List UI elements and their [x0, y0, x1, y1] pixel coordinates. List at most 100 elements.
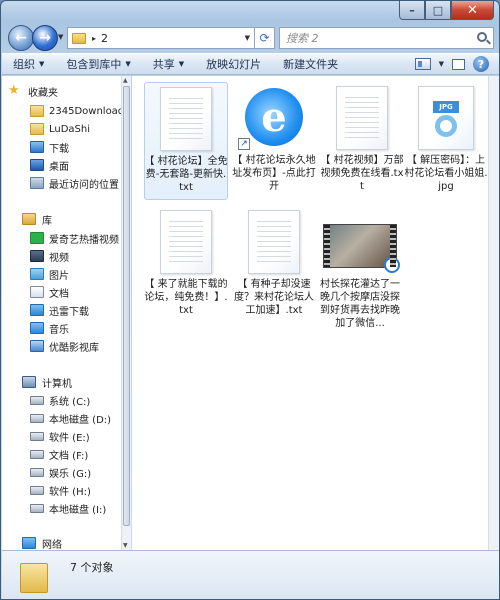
file-thumbnail — [144, 206, 228, 274]
image-placeholder-icon — [435, 115, 457, 137]
item-count: 7 个对象 — [70, 560, 114, 574]
nav-item-drive-i[interactable]: 本地磁盘 (I:) — [30, 499, 106, 517]
file-thumbnail: e ↗ — [232, 82, 316, 150]
nav-item-music[interactable]: 音乐 — [30, 319, 69, 337]
back-button[interactable]: ← — [8, 25, 34, 51]
slideshow-label: 放映幻灯片 — [206, 58, 262, 71]
refresh-icon: ⟳ — [259, 31, 270, 45]
recent-pages-dropdown[interactable]: ▼ — [58, 33, 63, 41]
downloads-icon — [30, 141, 44, 153]
desktop-icon — [30, 159, 44, 171]
network-icon — [22, 537, 36, 549]
new-folder-button[interactable]: 新建文件夹 — [272, 54, 349, 74]
nav-libraries-header[interactable]: 库 — [22, 210, 52, 228]
nav-item-xunlei[interactable]: 迅雷下载 — [30, 301, 89, 319]
file-item[interactable]: e ↗ 【 村花论坛永久地址发布页】-点此打开 — [232, 82, 316, 193]
details-pane: 7 个对象 — [2, 550, 499, 599]
close-button[interactable]: ✕ — [451, 1, 494, 20]
scrollbar-thumb[interactable] — [123, 86, 130, 526]
drive-icon — [30, 503, 44, 513]
help-icon[interactable]: ? — [473, 56, 489, 72]
navigation-pane: ★ 收藏夹 2345Downloads LuDaShi 下载 桌面 最近访问的位… — [2, 76, 121, 550]
file-item[interactable]: 【 村花视频】万部视频免费在线看.txt — [320, 82, 404, 193]
chevron-down-icon: ▼ — [178, 60, 185, 68]
breadcrumb-current[interactable]: 2 — [101, 32, 108, 45]
file-thumbnail — [318, 206, 402, 274]
maximize-button[interactable]: □ — [425, 1, 451, 20]
nav-label: LuDaShi — [49, 123, 91, 135]
nav-label: 软件 (E:) — [49, 432, 90, 444]
nav-label: 库 — [42, 215, 52, 227]
file-item[interactable]: 【 村花论坛】全免费-无套路-更新快.txt — [144, 82, 228, 200]
file-name: 村长探花灌达了一晚几个按摩店没探到好货再去找昨晚加了微信... — [320, 279, 400, 329]
file-item[interactable]: 【 来了就能下载的论坛，纯免费！】.txt — [144, 206, 228, 317]
slideshow-button[interactable]: 放映幻灯片 — [195, 54, 272, 74]
file-thumbnail — [144, 83, 228, 151]
organize-label: 组织 — [13, 58, 35, 71]
computer-icon — [22, 376, 36, 388]
content-scrollbar[interactable] — [488, 76, 499, 550]
include-in-library-label: 包含到库中 — [66, 58, 122, 71]
nav-label: 软件 (H:) — [49, 486, 91, 498]
library-icon — [22, 213, 36, 225]
nav-label: 视频 — [49, 252, 69, 264]
minimize-button[interactable]: – — [399, 1, 425, 20]
preview-pane-icon[interactable] — [452, 58, 465, 70]
nav-item-drive-d[interactable]: 本地磁盘 (D:) — [30, 409, 111, 427]
back-arrow-icon: ← — [15, 30, 27, 46]
breadcrumb-separator[interactable]: ▸ — [92, 34, 96, 43]
drive-icon — [30, 431, 44, 441]
address-dropdown-icon[interactable]: ▼ — [245, 34, 250, 42]
youku-icon — [30, 340, 44, 352]
address-bar[interactable]: ▸ 2 ▼ — [67, 27, 255, 49]
music-icon — [30, 322, 44, 334]
file-thumbnail — [320, 82, 404, 150]
nav-item-youku[interactable]: 优酷影视库 — [30, 337, 99, 355]
nav-network-header[interactable]: 网络 — [22, 534, 62, 550]
folder-icon — [30, 105, 44, 117]
documents-icon — [30, 286, 44, 298]
nav-item-videos[interactable]: 视频 — [30, 247, 69, 265]
scroll-up-icon[interactable]: ▲ — [123, 77, 128, 84]
nav-item-documents[interactable]: 文档 — [30, 283, 69, 301]
nav-item-ludashi[interactable]: LuDaShi — [30, 120, 90, 138]
drive-icon — [30, 413, 44, 423]
nav-label: 音乐 — [49, 324, 69, 336]
nav-computer-header[interactable]: 计算机 — [22, 373, 72, 391]
nav-label: 文档 (F:) — [49, 450, 89, 462]
file-name: 【 解压密码】：上村花论坛看小姐姐.jpg — [404, 155, 488, 192]
nav-item-drive-f[interactable]: 文档 (F:) — [30, 445, 88, 463]
navigation-scrollbar[interactable]: ▲ ▼ — [121, 76, 131, 550]
file-item[interactable]: JPG 【 解压密码】：上村花论坛看小姐姐.jpg — [404, 82, 488, 193]
drive-icon — [30, 395, 44, 405]
refresh-button[interactable]: ⟳ — [255, 27, 275, 49]
share-label: 共享 — [152, 58, 175, 71]
file-item[interactable]: 村长探花灌达了一晚几个按摩店没探到好货再去找昨晚加了微信... — [318, 206, 402, 330]
nav-item-drive-h[interactable]: 软件 (H:) — [30, 481, 91, 499]
iqiyi-icon — [30, 232, 44, 244]
share-menu[interactable]: 共享 ▼ — [142, 54, 195, 74]
forward-button[interactable]: → — [32, 25, 58, 51]
file-item[interactable]: 【 有种子却没速度？来村花论坛人工加速】.txt — [232, 206, 316, 317]
video-library-icon — [30, 250, 44, 262]
include-in-library-menu[interactable]: 包含到库中 ▼ — [55, 54, 141, 74]
nav-item-drive-g[interactable]: 娱乐 (G:) — [30, 463, 91, 481]
nav-favorites-header[interactable]: ★ 收藏夹 — [8, 82, 58, 100]
video-thumbnail — [323, 224, 400, 273]
nav-item-recent-places[interactable]: 最近访问的位置 — [30, 174, 119, 192]
search-input[interactable]: 搜索 2 — [279, 27, 494, 49]
nav-item-desktop[interactable]: 桌面 — [30, 156, 69, 174]
organize-menu[interactable]: 组织 ▼ — [2, 54, 55, 74]
nav-item-pictures[interactable]: 图片 — [30, 265, 69, 283]
view-dropdown-icon[interactable]: ▼ — [439, 60, 444, 68]
nav-label: 本地磁盘 (D:) — [49, 414, 112, 426]
nav-item-downloads[interactable]: 下载 — [30, 138, 69, 156]
nav-item-drive-c[interactable]: 系统 (C:) — [30, 391, 90, 409]
change-view-icon[interactable] — [414, 58, 431, 70]
nav-item-2345downloads[interactable]: 2345Downloads — [30, 102, 121, 120]
search-icon[interactable] — [477, 32, 487, 42]
nav-item-iqiyi[interactable]: 爱奇艺热播视频 — [30, 229, 119, 247]
nav-item-drive-e[interactable]: 软件 (E:) — [30, 427, 90, 445]
scroll-down-icon[interactable]: ▼ — [123, 542, 128, 549]
view-controls: ▼ ? — [414, 56, 499, 72]
